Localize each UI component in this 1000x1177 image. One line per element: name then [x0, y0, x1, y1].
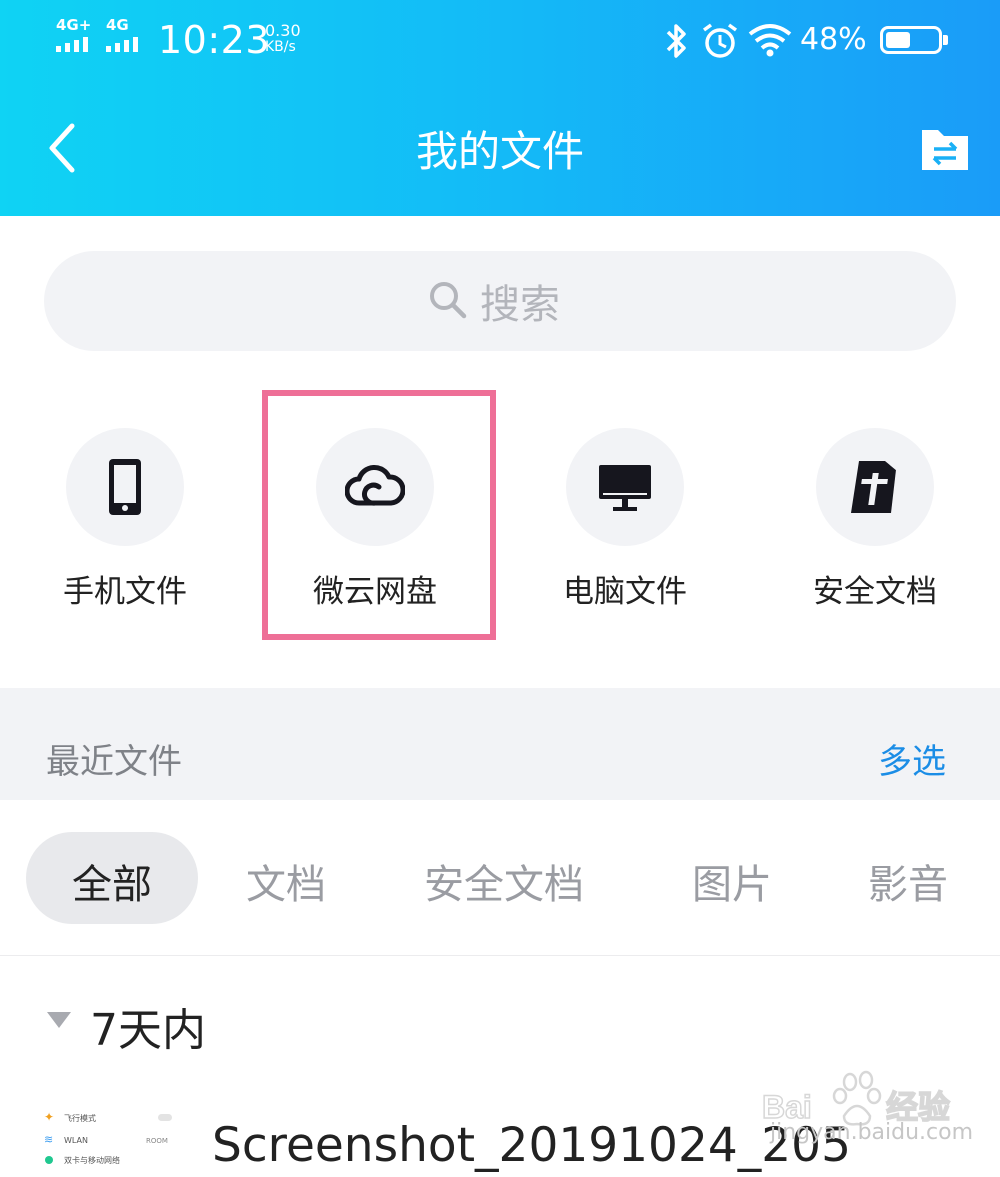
- highlight-box: [262, 390, 496, 640]
- multi-select-button[interactable]: 多选: [878, 734, 946, 783]
- transfer-folder-button[interactable]: [918, 122, 972, 174]
- recent-files-title: 最近文件: [46, 742, 182, 782]
- thumb-line-4: 双卡与移动网络: [64, 1155, 120, 1165]
- network-type-2: 4G: [106, 16, 129, 34]
- tab-secure-documents[interactable]: 安全文档: [424, 852, 584, 910]
- wifi-icon: [748, 24, 792, 57]
- phone-icon: [109, 459, 141, 515]
- search-icon: [430, 282, 467, 319]
- entry-label: 电脑文件: [563, 574, 687, 610]
- signal-icon-sim1: 4G+: [56, 16, 100, 56]
- alarm-icon: [702, 23, 738, 58]
- file-name[interactable]: Screenshot_20191024_205: [212, 1118, 851, 1173]
- svg-text:✦: ✦: [44, 1110, 54, 1124]
- network-speed: 0.30 KB/s: [265, 22, 301, 56]
- status-bar: 4G+ 4G 10:23 0.30 KB/s 48%: [0, 0, 1000, 82]
- header: 4G+ 4G 10:23 0.30 KB/s 48% 我的文件: [0, 0, 1000, 216]
- bluetooth-icon: [666, 24, 686, 58]
- search-placeholder: 搜索: [480, 282, 560, 328]
- battery-icon: [880, 26, 948, 54]
- watermark-text: jingyan.baidu.com: [770, 1120, 974, 1145]
- caret-down-icon[interactable]: [46, 1010, 72, 1030]
- divider: [0, 955, 1000, 956]
- speed-value: 0.30: [265, 21, 301, 40]
- tab-media[interactable]: 影音: [868, 852, 948, 910]
- page-title: 我的文件: [415, 127, 584, 176]
- group-title: 7天内: [90, 1005, 206, 1056]
- screen: { "status_bar": { "network1": "4G+", "ne…: [0, 0, 1000, 1177]
- entry-computer-files[interactable]: 电脑文件: [540, 428, 710, 618]
- tab-documents[interactable]: 文档: [246, 852, 326, 910]
- secure-doc-icon: [851, 461, 897, 513]
- signal-icon-sim2: 4G: [106, 16, 150, 56]
- entry-phone-files[interactable]: 手机文件: [40, 428, 210, 618]
- thumb-line-3: ROOM: [146, 1137, 168, 1145]
- thumb-line-1: 飞行模式: [64, 1113, 96, 1123]
- thumb-line-2: WLAN: [64, 1136, 88, 1145]
- entry-secure-docs[interactable]: 安全文档: [790, 428, 960, 618]
- file-thumbnail[interactable]: ✦ 飞行模式 ≋ WLAN ROOM 双卡与移动网络: [40, 1105, 180, 1177]
- network-type-1: 4G+: [56, 16, 92, 34]
- battery-level-fill: [886, 32, 910, 48]
- battery-percent: 48%: [800, 22, 867, 57]
- tab-all[interactable]: 全部: [26, 852, 198, 910]
- svg-text:≋: ≋: [44, 1133, 53, 1146]
- tab-images[interactable]: 图片: [692, 852, 772, 910]
- entry-label: 手机文件: [63, 574, 187, 610]
- status-time: 10:23: [158, 18, 271, 62]
- speed-unit: KB/s: [265, 39, 296, 55]
- monitor-icon: [599, 465, 651, 511]
- entry-label: 安全文档: [813, 574, 937, 610]
